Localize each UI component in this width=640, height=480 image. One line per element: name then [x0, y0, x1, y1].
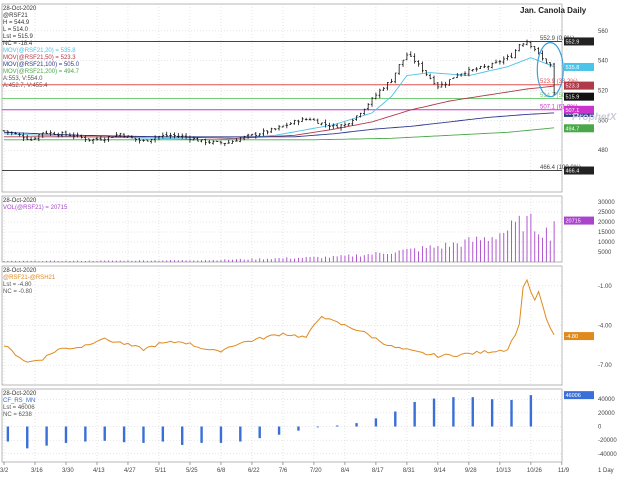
x-tick-label: 8/4 — [341, 468, 350, 474]
cot-bar — [297, 426, 300, 431]
legend-entry: MOV(@RSF21,20) = 535.8 — [3, 48, 76, 54]
legend-entry: CF_RS_MN — [3, 398, 35, 404]
ohlc-readout: Lst = 515.9 — [3, 34, 34, 40]
legend-entry: MOV(@RSF21,100) = 505.0 — [3, 62, 80, 68]
cot-bar — [26, 426, 29, 449]
volume-tag: 20715 — [566, 219, 581, 225]
x-tick-label: 5/25 — [186, 468, 198, 474]
panel-date-label: 28-Oct-2020 — [3, 6, 37, 12]
legend-entry: A:553, V:554.0 — [3, 76, 43, 82]
cot-bar — [374, 418, 378, 427]
cot-bar — [142, 426, 145, 443]
y-tick-label: 20000 — [598, 411, 615, 417]
x-tick-label: 3/30 — [62, 468, 74, 474]
cot-bar — [355, 423, 358, 427]
legend-entry: NC = 6238 — [3, 412, 33, 418]
cot-bar — [529, 395, 533, 427]
cot-bar — [452, 397, 455, 427]
y-tick-label: -1.00 — [598, 284, 612, 290]
legend-entry: @RSF21-@RSH21 — [3, 275, 56, 281]
x-unit-label: 1 Day — [598, 468, 614, 474]
cot-bar — [219, 426, 223, 443]
price-tag: 494.7 — [566, 126, 580, 132]
legend-entry: Lst = 46006 — [3, 405, 35, 411]
x-tick-label: 4/27 — [124, 468, 136, 474]
x-tick-label: 6/8 — [217, 468, 226, 474]
ohlc-readout: L = 514.0 — [3, 27, 29, 33]
y-tick-label: 30000 — [598, 200, 615, 206]
y-tick-label: 25000 — [598, 210, 615, 216]
price-tag: 535.8 — [566, 65, 580, 71]
x-tick-label: 7/6 — [279, 468, 288, 474]
x-tick-label: 4/13 — [93, 468, 105, 474]
panel-date-label: 28-Oct-2020 — [3, 268, 37, 274]
cot-bar — [161, 426, 165, 442]
cot-tag: 46006 — [566, 393, 581, 399]
canola-chart: 48050052054056028-Oct-2020 Jan. Canola Da… — [0, 0, 640, 480]
cot-bar — [316, 426, 320, 428]
price-tag: 552.9 — [566, 39, 580, 45]
legend-entry: MOV(@RSF21,200) = 494.7 — [3, 69, 80, 75]
y-tick-label: 560 — [598, 29, 609, 35]
x-tick-label: 8/17 — [372, 468, 384, 474]
spread-tag: -4.80 — [566, 334, 579, 340]
y-tick-label: -7.00 — [598, 363, 612, 369]
panel-date-label: 28-Oct-2020 — [3, 391, 37, 397]
cot-bar — [413, 401, 416, 427]
y-tick-label: -4.00 — [598, 324, 612, 330]
cot-bar — [45, 426, 48, 446]
legend-entry: VOL(@RSF21) = 20715 — [3, 205, 68, 211]
cot-bar — [490, 399, 494, 427]
y-tick-label: 520 — [598, 89, 609, 95]
cot-bar — [200, 426, 203, 443]
cot-bar — [64, 426, 68, 443]
cot-bar — [277, 426, 281, 435]
y-tick-label: 540 — [598, 59, 609, 65]
legend-entry: Lst = -4.80 — [3, 282, 32, 288]
x-tick-label: 3/16 — [31, 468, 43, 474]
symbol-label: @RSF21 — [3, 13, 28, 19]
x-tick-label: 10/13 — [496, 468, 512, 474]
cot-bar — [84, 426, 87, 442]
x-tick-label: 9/28 — [465, 468, 477, 474]
x-tick-label: 9/14 — [434, 468, 446, 474]
ohlc-readout: H = 544.9 — [3, 20, 30, 26]
cot-bar — [122, 426, 126, 443]
x-tick-label: 5/11 — [155, 468, 167, 474]
y-tick-label: 10000 — [598, 240, 615, 246]
chart-title: Jan. Canola Daily — [520, 6, 587, 15]
x-tick-label: 3/2 — [0, 468, 9, 474]
price-tag: 523.3 — [566, 84, 580, 90]
legend-entry: A:452.7, V:455.4 — [3, 83, 48, 89]
cot-bar — [103, 426, 106, 441]
cot-bar — [335, 425, 339, 427]
cot-bar — [394, 411, 397, 427]
watermark: ProphetX — [572, 112, 618, 123]
y-tick-label: 480 — [598, 148, 609, 154]
cot-bar — [471, 397, 474, 427]
cot-bar — [181, 426, 184, 445]
legend-entry: NC = -0.80 — [3, 289, 33, 295]
cot-bar — [239, 426, 242, 442]
y-tick-label: -20000 — [598, 438, 617, 444]
background — [0, 0, 640, 480]
y-tick-label: 20000 — [598, 220, 615, 226]
y-tick-label: -40000 — [598, 452, 617, 458]
x-tick-label: 7/20 — [310, 468, 322, 474]
cot-bar — [432, 398, 436, 427]
y-tick-label: 5000 — [598, 250, 612, 256]
price-tag: 466.4 — [566, 169, 580, 175]
x-tick-label: 10/26 — [527, 468, 543, 474]
y-tick-label: 40000 — [598, 397, 615, 403]
y-tick-label: 15000 — [598, 230, 615, 236]
price-tag: 515.9 — [566, 95, 580, 101]
x-tick-label: 8/31 — [403, 468, 415, 474]
x-tick-label: 6/22 — [248, 468, 260, 474]
cot-bar — [510, 399, 513, 427]
cot-bar — [6, 426, 10, 442]
cot-bar — [258, 426, 261, 439]
x-tick-label: 11/9 — [558, 468, 570, 474]
panel-date-label: 28-Oct-2020 — [3, 198, 37, 204]
legend-entry: MOV(@RSF21,50) = 523.3 — [3, 55, 76, 61]
